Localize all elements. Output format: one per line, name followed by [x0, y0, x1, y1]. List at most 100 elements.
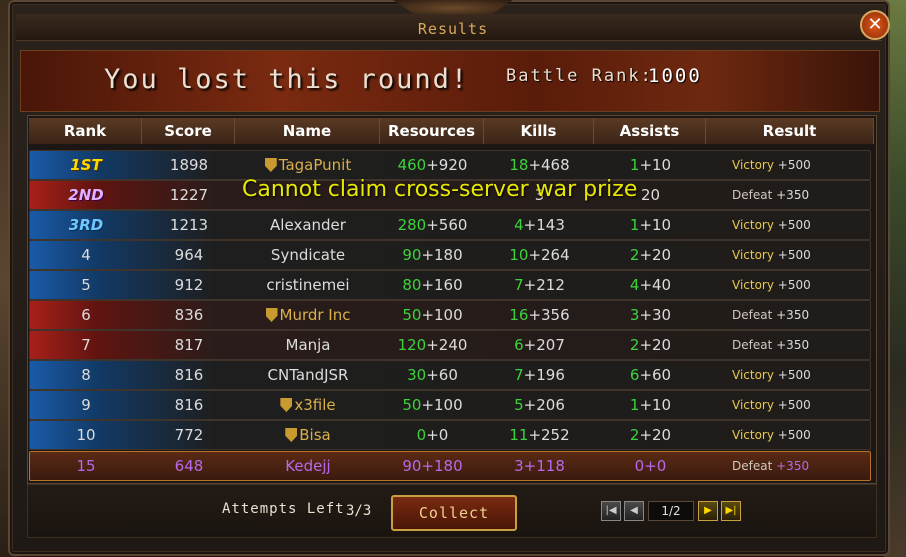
- result-label: Victory: [732, 398, 774, 412]
- score-cell: 816: [174, 396, 204, 414]
- player-name: Manja: [285, 336, 331, 354]
- score-cell: 964: [174, 246, 204, 264]
- score-cell: 912: [174, 276, 204, 294]
- assists-bonus: +10: [639, 216, 672, 234]
- assists-base: 2: [629, 426, 640, 444]
- table-row: 5 912 cristinemei 80+160 7+212 4+40 Victory +5…: [29, 270, 871, 300]
- self-assists: 0+0: [634, 457, 667, 475]
- assists-base: 1: [629, 396, 640, 414]
- player-name: x3file: [294, 396, 336, 414]
- table-row: 4 964 Syndicate 90+180 10+264 2+20 Victory +50…: [29, 240, 871, 270]
- rank-cell: 10: [76, 426, 96, 444]
- kills-base: 6: [514, 336, 524, 354]
- result-label: Victory: [732, 278, 774, 292]
- name-cell: Syndicate: [236, 241, 380, 269]
- table-row: 3RD 1213 Alexander 280+560 4+143 1+10 Victory …: [29, 210, 871, 240]
- battle-rank-label: Battle Rank:: [506, 66, 653, 86]
- assists-cell: 2+20: [595, 241, 706, 269]
- result-label: Defeat: [732, 338, 773, 352]
- resources-base: 90: [402, 246, 422, 264]
- kills-bonus: +207: [523, 336, 565, 354]
- kills-bonus: +252: [528, 426, 570, 444]
- close-button[interactable]: ✕: [860, 10, 890, 40]
- rank-cell: 2ND: [68, 186, 104, 204]
- result-label: Victory: [732, 158, 774, 172]
- assists-base: 1: [629, 216, 640, 234]
- kills-base: 5: [514, 396, 524, 414]
- guild-shield-icon: [265, 308, 278, 322]
- kills-cell: 11+252: [485, 421, 594, 449]
- table-row: 6 836 Murdr Inc 50+100 16+356 3+30 Defeat +350: [29, 300, 871, 330]
- assists-cell: 6+60: [595, 361, 706, 389]
- result-cell: Victory +500: [732, 361, 862, 389]
- table-row: 8 816 CNTandJSR 30+60 7+196 6+60 Victory +500: [29, 360, 871, 390]
- score-cell: 817: [174, 336, 204, 354]
- collect-button[interactable]: Collect: [391, 495, 517, 531]
- prev-page-button[interactable]: ◀: [624, 501, 644, 521]
- last-page-button[interactable]: ▶|: [721, 501, 741, 521]
- last-page-icon: ▶|: [725, 505, 737, 516]
- name-cell: Manja: [236, 331, 380, 359]
- self-kills: 3+118: [514, 457, 565, 475]
- resources-base: 50: [402, 306, 422, 324]
- self-reward: +350: [776, 459, 810, 473]
- rank-cell: 3RD: [68, 216, 104, 234]
- result-cell: Victory +500: [732, 271, 862, 299]
- result-reward: +500: [777, 278, 811, 292]
- assists-base: 1: [629, 156, 640, 174]
- kills-bonus: +206: [523, 396, 565, 414]
- player-name: Alexander: [270, 216, 346, 234]
- header-kills: Kills: [484, 118, 594, 144]
- resources-bonus: +180: [421, 246, 463, 264]
- result-reward: +500: [777, 368, 811, 382]
- next-page-button[interactable]: ▶: [698, 501, 718, 521]
- rank-cell: 7: [81, 336, 91, 354]
- assists-cell: 1+10: [595, 211, 706, 239]
- first-page-button[interactable]: |◀: [601, 501, 621, 521]
- rank-cell: 8: [81, 366, 91, 384]
- assists-bonus: +40: [639, 276, 672, 294]
- resources-base: 460: [397, 156, 427, 174]
- kills-base: 11: [509, 426, 529, 444]
- assists-base: 2: [629, 336, 640, 354]
- result-label: Victory: [732, 428, 774, 442]
- assists-cell: 1+10: [595, 151, 706, 179]
- header-rank: Rank: [29, 118, 142, 144]
- resources-cell: 120+240: [381, 331, 484, 359]
- kills-cell: 16+356: [485, 301, 594, 329]
- kills-cell: 6+207: [485, 331, 594, 359]
- kills-base: 18: [509, 156, 529, 174]
- result-cell: Victory +500: [732, 391, 862, 419]
- header-assists: Assists: [594, 118, 706, 144]
- result-cell: Victory +500: [732, 151, 862, 179]
- assists-bonus: +10: [639, 156, 672, 174]
- guild-shield-icon: [280, 398, 293, 412]
- assists-bonus: +60: [639, 366, 672, 384]
- result-reward: +500: [777, 428, 811, 442]
- assists-base: 2: [629, 246, 640, 264]
- result-reward: +500: [777, 398, 811, 412]
- rank-cell: 6: [81, 306, 91, 324]
- name-cell: TagaPunit: [236, 151, 380, 179]
- assists-base: 3: [629, 306, 640, 324]
- rank-cell: 4: [81, 246, 91, 264]
- round-result-message: You lost this round!: [104, 64, 470, 95]
- close-icon: ✕: [867, 14, 883, 35]
- guild-shield-icon: [264, 158, 277, 172]
- table-row: 9 816 x3file 50+100 5+206 1+10 Victory +500: [29, 390, 871, 420]
- rank-cell: 5: [81, 276, 91, 294]
- battle-rank-value: 1000: [648, 65, 702, 87]
- resources-bonus: +60: [426, 366, 458, 384]
- table-row: 10 772 Bisa 0+0 11+252 2+20 Victory +500: [29, 420, 871, 450]
- resources-cell: 90+180: [381, 241, 484, 269]
- kills-cell: 7+196: [485, 361, 594, 389]
- kills-base: 16: [509, 306, 529, 324]
- rank-cell: 1ST: [70, 156, 102, 174]
- self-resources: 90+180: [402, 457, 463, 475]
- name-cell: x3file: [236, 391, 380, 419]
- result-label: Victory: [732, 218, 774, 232]
- prize-warning-message: Cannot claim cross-server war prize: [242, 177, 638, 202]
- result-cell: Victory +500: [732, 211, 862, 239]
- next-page-icon: ▶: [704, 505, 712, 516]
- resources-base: 80: [402, 276, 422, 294]
